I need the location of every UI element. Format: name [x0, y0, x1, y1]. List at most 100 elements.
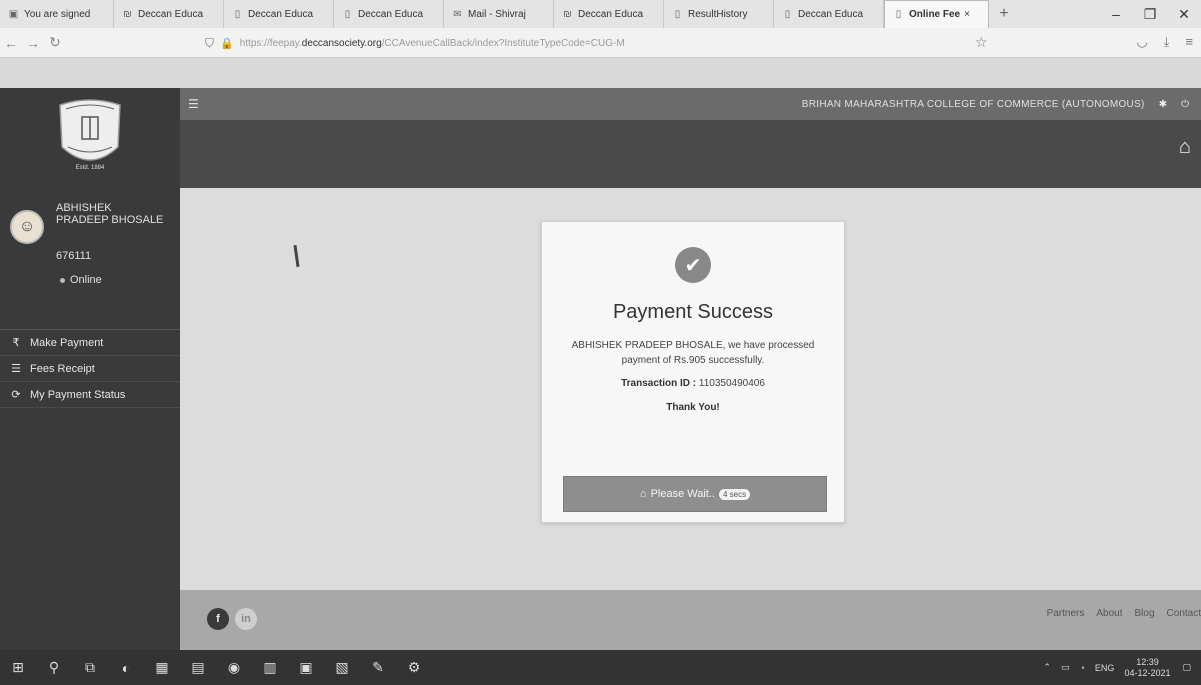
download-icon[interactable]: ⤓ — [1164, 34, 1170, 50]
tab-favicon-icon: ₪ — [123, 8, 132, 20]
pocket-icon[interactable]: ◡ — [1136, 34, 1147, 50]
power-icon[interactable]: ⏻ — [1181, 99, 1189, 110]
user-id: 676111 — [56, 250, 92, 262]
tab-favicon-icon: ▣ — [8, 8, 19, 20]
refresh-icon: ⟳ — [11, 389, 21, 401]
tab-label: You are signed — [24, 8, 91, 20]
network-icon[interactable]: ▭ — [1061, 662, 1070, 673]
status-badge: Online — [60, 274, 102, 286]
transaction-info: Transaction ID : 110350490406 — [542, 378, 844, 389]
countdown-badge: 4 secs — [718, 488, 751, 500]
maximize-button[interactable]: ❐ — [1133, 0, 1167, 28]
footer-links: Partners About Blog Contact — [1047, 608, 1201, 619]
sidebar-item-label: Fees Receipt — [30, 362, 95, 375]
shield-icon: ⛉ — [205, 35, 215, 50]
back-arrow-icon[interactable]: ← — [0, 35, 22, 51]
outlook-icon[interactable]: ▣ — [288, 650, 324, 685]
browser-nav-bar: ← → ↻ ⛉ 🔒 https://feepay. deccansociety.o… — [0, 28, 1201, 58]
language-indicator[interactable]: ENG — [1095, 663, 1115, 673]
edge-browser-icon[interactable]: ◐ — [108, 650, 144, 685]
status-text: Online — [70, 274, 102, 286]
task-view-icon[interactable]: ⧉ — [72, 650, 108, 685]
transaction-id: 110350490406 — [698, 378, 765, 389]
logo-estd-text: Estd. 1884 — [76, 165, 105, 171]
linkedin-icon[interactable]: in — [235, 608, 257, 630]
facebook-icon[interactable]: f — [207, 608, 229, 630]
sidebar-item-fees-receipt[interactable]: ☰ Fees Receipt — [0, 356, 180, 382]
system-tray: ⌃ ▭ ◔ ENG 12:39 04-12-2021 ▢ — [1043, 657, 1201, 679]
browser-tab[interactable]: ▯ Online Fee × — [884, 0, 989, 28]
url-prefix: https://feepay. — [239, 37, 302, 49]
thank-you-text: Thank You! — [666, 402, 720, 413]
browser-tab[interactable]: ₪ Deccan Educa — [114, 0, 224, 28]
user-name: ABHISHEK PRADEEP BHOSALE — [56, 202, 164, 226]
url-bar[interactable]: ⛉ 🔒 https://feepay. deccansociety.org/CCA… — [205, 32, 985, 54]
tab-list: ▣ You are signed ₪ Deccan Educa ▯ Deccan Educ… — [0, 0, 989, 28]
store-icon[interactable]: ▤ — [180, 650, 216, 685]
sidebar: Estd. 1884 ☺ ABHISHEK PRADEEP BHOSALE 67… — [0, 88, 180, 650]
notifications-icon[interactable]: ▢ — [1182, 662, 1191, 673]
tab-favicon-icon: ▯ — [344, 8, 351, 20]
minimize-button[interactable]: – — [1099, 0, 1133, 28]
browser-tab[interactable]: ▯ Deccan Educa — [224, 0, 334, 28]
top-header: ☰ BRIHAN MAHARASHTRA COLLEGE OF COMMERCE… — [180, 88, 1201, 120]
browser-tab[interactable]: ▯ Deccan Educa — [774, 0, 884, 28]
institution-logo-icon: Estd. 1884 — [59, 99, 121, 171]
windows-taskbar: ⊞ ⚲ ⧉ ◐ ▦ ▤ ◉ ▥ ▣ ▧ ✎ ⚙ ⌃ ▭ ◔ ENG 12:39 … — [0, 650, 1201, 685]
reload-icon[interactable]: ↻ — [44, 34, 66, 51]
payment-title: Payment Success — [612, 301, 774, 323]
home-icon: ⌂ — [639, 488, 647, 500]
tab-favicon-icon: ▯ — [674, 8, 681, 20]
footer-link-about[interactable]: About — [1096, 608, 1122, 619]
please-wait-button[interactable]: ⌂ Please Wait.. 4 secs — [563, 476, 827, 512]
tab-label: Online Fee — [909, 9, 961, 20]
hamburger-menu-icon[interactable]: ☰ — [188, 97, 200, 111]
tab-label: Deccan Educa — [358, 8, 424, 20]
clock[interactable]: 12:39 04-12-2021 — [1124, 657, 1170, 679]
browser-tab[interactable]: ▣ You are signed — [0, 0, 114, 28]
url-path: /CCAvenueCallBack/index?InstituteTypeCod… — [381, 37, 625, 49]
browser-tab[interactable]: ✉ Mail - Shivraj — [444, 0, 554, 28]
footer-link-contact[interactable]: Contact — [1167, 608, 1201, 619]
browser-tab[interactable]: ▯ ResultHistory — [664, 0, 774, 28]
forward-arrow-icon[interactable]: → — [22, 35, 44, 51]
footer-link-partners[interactable]: Partners — [1047, 608, 1085, 619]
browser-tab[interactable]: ₪ Deccan Educa — [554, 0, 664, 28]
home-icon[interactable]: ⌂ — [1179, 136, 1191, 159]
chevron-up-icon[interactable]: ⌃ — [1043, 662, 1051, 673]
clock-date: 04-12-2021 — [1124, 667, 1171, 678]
close-window-button[interactable]: ✕ — [1167, 0, 1201, 28]
sidebar-item-payment-status[interactable]: ⟳ My Payment Status — [0, 382, 180, 408]
new-tab-button[interactable]: + — [989, 0, 1019, 28]
calculator-icon[interactable]: ▦ — [144, 650, 180, 685]
tab-label: Deccan Educa — [798, 8, 864, 20]
menu-icon[interactable]: ≡ — [1185, 34, 1193, 50]
paint-icon[interactable]: ✎ — [360, 650, 396, 685]
settings-icon[interactable]: ✱ — [1159, 99, 1167, 110]
bookmark-star-icon[interactable]: ☆ — [975, 34, 988, 51]
user-profile: ☺ ABHISHEK PRADEEP BHOSALE 676111 Online — [0, 180, 180, 330]
tab-favicon-icon: ₪ — [563, 8, 572, 20]
windows-start-icon[interactable]: ⊞ — [0, 650, 36, 685]
wifi-icon[interactable]: ◔ — [1079, 663, 1084, 673]
wait-label: Please Wait.. — [650, 488, 715, 500]
transaction-label: Transaction ID : — [621, 378, 697, 389]
tab-favicon-icon: ▯ — [234, 8, 241, 20]
clock-time: 12:39 — [1136, 656, 1159, 667]
college-name: BRIHAN MAHARASHTRA COLLEGE OF COMMERCE (… — [801, 98, 1145, 110]
excel-icon[interactable]: ▥ — [252, 650, 288, 685]
footer-link-blog[interactable]: Blog — [1135, 608, 1155, 619]
window-controls: – ❐ ✕ — [1099, 0, 1201, 28]
tab-label: Deccan Educa — [578, 8, 644, 20]
sidebar-item-make-payment[interactable]: ₹ Make Payment — [0, 330, 180, 356]
browser-tab[interactable]: ▯ Deccan Educa — [334, 0, 444, 28]
tab-close-icon[interactable]: × — [964, 9, 970, 20]
check-circle-icon: ✔ — [675, 247, 711, 283]
tab-favicon-icon: ✉ — [453, 8, 462, 20]
search-icon[interactable]: ⚲ — [36, 650, 72, 685]
settings-gear-icon[interactable]: ⚙ — [396, 650, 432, 685]
word-icon[interactable]: ▧ — [324, 650, 360, 685]
tab-label: Mail - Shivraj — [468, 8, 526, 20]
firefox-icon[interactable]: ◉ — [216, 650, 252, 685]
tab-label: Deccan Educa — [138, 8, 204, 20]
